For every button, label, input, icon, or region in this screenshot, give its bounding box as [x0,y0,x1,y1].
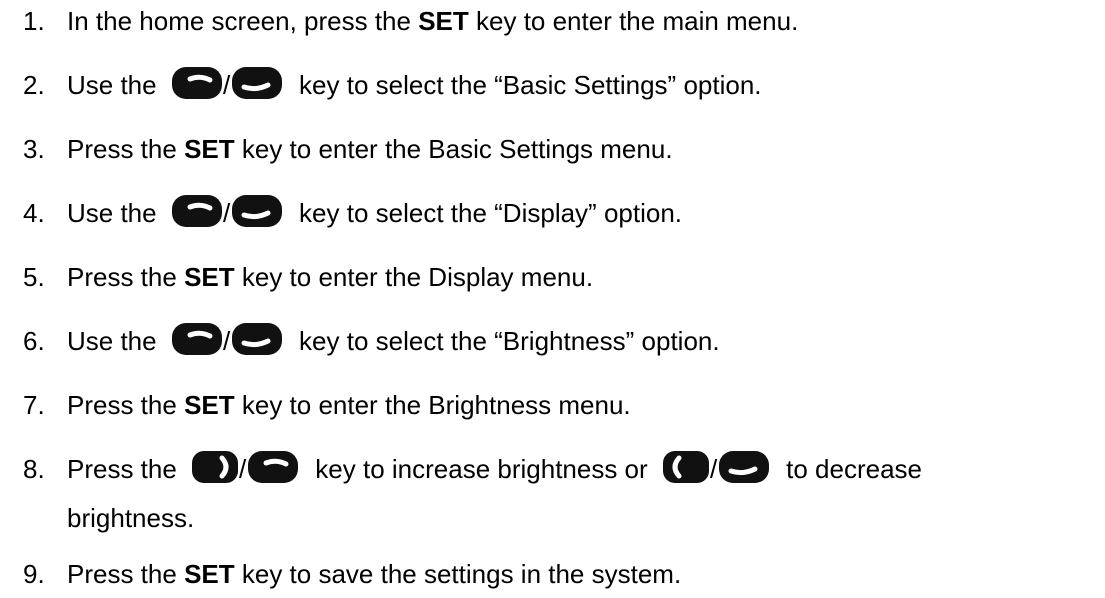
step-text: Use the / key to select the “Display” op… [67,195,683,232]
down-key-icon [231,195,282,228]
step-text: Press the SET key to enter the Display m… [67,262,593,292]
step-number: 3. [23,134,45,164]
step-text-post: key to enter the Brightness menu. [234,390,631,420]
right-up-keys-icon: / [192,451,299,485]
step-text-post: key to enter the Display menu. [234,262,594,292]
up-key-icon [171,195,222,228]
step-text: Use the / key to select the “Basic Setti… [67,67,762,104]
step-text-pre: Press the [67,134,185,164]
left-key-icon [662,451,709,484]
down-key-icon [231,67,282,100]
svg-text:/: / [223,326,231,356]
up-down-keys-icon: / [171,67,282,101]
step-text: Press the SET key to enter the Basic Set… [67,134,673,164]
step-text-pre: Use the [67,70,164,100]
down-key-icon [231,323,282,356]
right-key-icon [192,451,239,484]
svg-text:/: / [223,70,231,100]
step-number: 5. [23,262,45,292]
step-text-post: key to select the “Display” option. [291,198,683,228]
step-text-post: key to save the settings in the system. [234,559,682,589]
up-down-keys-icon: / [171,195,282,229]
step-number: 8. [23,454,45,484]
step-text-post: to decrease [778,454,922,484]
up-key-icon [171,67,222,100]
step-text-post: key to select the “Brightness” option. [291,326,720,356]
step-text-pre: In the home screen, press the [67,6,419,36]
set-key-label: SET [418,6,469,36]
up-key-icon [248,451,299,484]
step-text-pre: Press the [67,454,185,484]
step-text-pre: Press the [67,390,185,420]
step-text-pre: Press the [67,262,185,292]
step-text: Press the SET key to save the settings i… [67,559,681,589]
step-number: 7. [23,390,45,420]
step-number: 4. [23,198,45,228]
instruction-page: 1. In the home screen, press the SET key… [0,0,1105,598]
step-text-pre: Press the [67,559,185,589]
step-text-post: key to select the “Basic Settings” optio… [291,70,762,100]
svg-text:/: / [223,198,231,228]
up-key-icon [171,323,222,356]
step-text: Use the / key to select the “Brightness”… [67,323,720,360]
step-text-pre: Use the [67,326,164,356]
step-text: In the home screen, press the SET key to… [67,6,798,36]
up-down-keys-icon: / [171,323,282,357]
svg-text:/: / [710,454,718,484]
step-text-post: key to enter the main menu. [468,6,799,36]
set-key-label: SET [184,134,235,164]
svg-text:/: / [239,454,247,484]
set-key-label: SET [184,262,235,292]
step-number: 2. [23,70,45,100]
step-text: Press the / key to increase brightness o… [67,451,922,488]
down-key-icon [718,451,769,484]
step-text-pre: Use the [67,198,164,228]
step-8-continuation: brightness. [67,503,195,533]
step-number: 9. [23,559,45,589]
step-text: Press the SET key to enter the Brightnes… [67,390,631,420]
step-number: 1. [23,6,45,36]
step-number: 6. [23,326,45,356]
set-key-label: SET [184,559,235,589]
set-key-label: SET [184,390,235,420]
step-text-mid: key to increase brightness or [308,454,655,484]
step-text-post: key to enter the Basic Settings menu. [234,134,673,164]
left-down-keys-icon: / [662,451,769,485]
